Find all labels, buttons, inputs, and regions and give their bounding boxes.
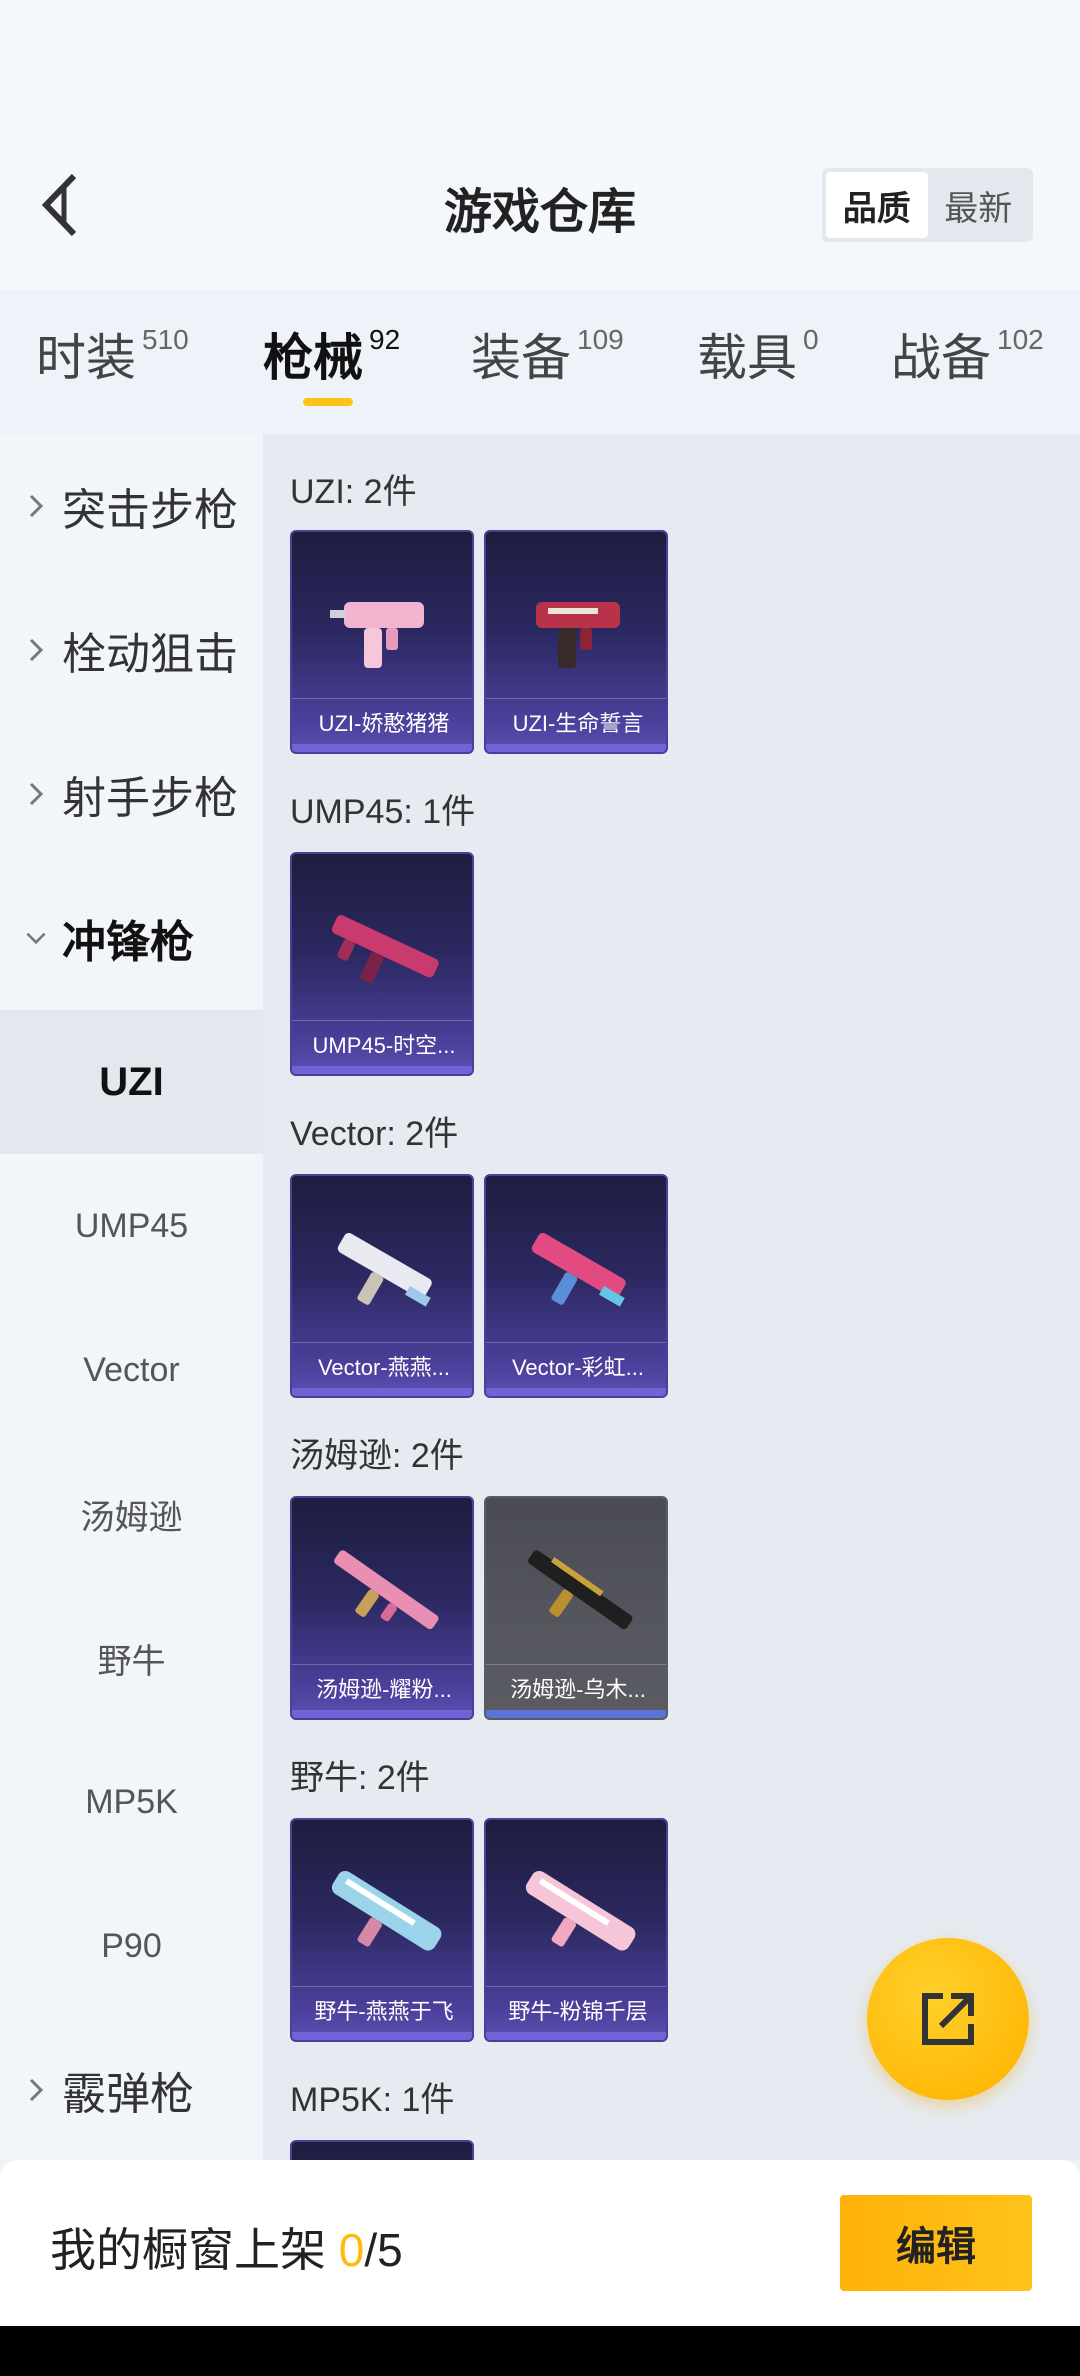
tab-count: 102 [997, 324, 1044, 355]
weapon-card[interactable]: 汤姆逊-耀粉... [290, 1496, 474, 1720]
group-title-mp5k: MP5K: 1件 [290, 2081, 455, 2119]
weapon-card[interactable]: 野牛-粉锦千层 [484, 1818, 668, 2042]
smg-magenta-icon [292, 874, 472, 1024]
edit-button[interactable]: 编辑 [840, 2195, 1032, 2291]
showcase-status: 我的橱窗上架 0/5 [50, 2214, 403, 2280]
tab-count: 109 [577, 324, 624, 355]
smg-white-icon [292, 1196, 472, 1346]
weapon-card[interactable]: UMP45-时空... [290, 852, 474, 1076]
smg-pink-white-icon [486, 1840, 666, 1990]
weapon-card[interactable]: Vector-彩虹... [484, 1174, 668, 1398]
sidebar-category-label: 霰弹枪 [62, 2070, 194, 2119]
sidebar-category-label: 栓动狙击 [62, 630, 238, 679]
weapon-card[interactable]: UZI-生命誓言 [484, 530, 668, 754]
category-tabs: 时装 510 枪械 92 装备 109 载具 0 战备 102 [0, 318, 1080, 418]
tab-vehicles[interactable]: 载具 0 [697, 318, 819, 408]
group-title-vector: Vector: 2件 [290, 1115, 459, 1153]
weapon-card[interactable] [290, 2140, 474, 2160]
weapon-card[interactable]: Vector-燕燕... [290, 1174, 474, 1398]
tab-count: 510 [142, 324, 189, 355]
tab-supplies[interactable]: 战备 102 [891, 318, 1044, 408]
showcase-label: 我的橱窗上架 [50, 2224, 339, 2276]
smg-rainbow-icon [486, 1196, 666, 1346]
tab-equipment[interactable]: 装备 109 [471, 318, 624, 408]
sidebar-category-label: 射手步枪 [62, 774, 238, 823]
rarity-bar [292, 1710, 472, 1718]
sort-by-newest-button[interactable]: 最新 [928, 172, 1030, 238]
weapon-card-name: UZI-娇憨猪猪 [292, 698, 472, 744]
rarity-bar [292, 1066, 472, 1074]
weapon-card[interactable]: 汤姆逊-乌木... [484, 1496, 668, 1720]
smg-ebony-icon [486, 1518, 666, 1668]
weapon-skin-list: UZI: 2件 UZI-娇憨猪猪 UZI-生命誓言 UMP45: 1件 UMP4… [263, 434, 1080, 2160]
tab-label: 枪械 [263, 330, 363, 386]
system-navigation-bar [0, 2326, 1080, 2376]
showcase-current-count: 0 [338, 2224, 365, 2276]
header: 游戏仓库 品质 最新 时装 510 枪械 92 装备 109 载具 0 战备 1… [0, 0, 1080, 406]
chevron-right-icon [24, 636, 48, 664]
rarity-bar [292, 1388, 472, 1396]
sidebar-category-bolt-sniper[interactable]: 栓动狙击 [0, 578, 263, 722]
group-title-thompson: 汤姆逊: 2件 [290, 1437, 464, 1475]
smg-blue-icon [292, 1840, 472, 1990]
tab-costumes[interactable]: 时装 510 [36, 318, 189, 408]
weapon-card[interactable]: 野牛-燕燕于飞 [290, 1818, 474, 2042]
tab-label: 时装 [36, 330, 136, 386]
sidebar-category-label: 冲锋枪 [62, 918, 194, 967]
rarity-bar [486, 2032, 666, 2040]
rarity-bar [486, 1710, 666, 1718]
sidebar-item-ump45[interactable]: UMP45 [0, 1154, 263, 1298]
weapon-card-name: Vector-燕燕... [292, 1342, 472, 1388]
weapon-card-name: Vector-彩虹... [486, 1342, 666, 1388]
sidebar-item-bizon[interactable]: 野牛 [0, 1586, 263, 1730]
sidebar-category-assault-rifle[interactable]: 突击步枪 [0, 434, 263, 578]
group-title-uzi: UZI: 2件 [290, 473, 417, 511]
tab-label: 装备 [471, 330, 571, 386]
sidebar-category-marksman-rifle[interactable]: 射手步枪 [0, 722, 263, 866]
weapon-card-name: 野牛-燕燕于飞 [292, 1986, 472, 2032]
external-link-icon [922, 1993, 974, 2045]
sidebar-item-uzi[interactable]: UZI [0, 1010, 263, 1154]
rarity-bar [486, 1388, 666, 1396]
weapon-card-name: 野牛-粉锦千层 [486, 1986, 666, 2032]
weapon-card-name: UZI-生命誓言 [486, 698, 666, 744]
weapon-category-sidebar: 突击步枪 栓动狙击 射手步枪 冲锋枪 UZI UMP45 Vector 汤姆逊 … [0, 434, 263, 2160]
group-title-bizon: 野牛: 2件 [290, 1759, 430, 1797]
smg-pink-icon [292, 552, 472, 702]
tab-count: 92 [369, 324, 401, 355]
chevron-right-icon [24, 780, 48, 808]
smg-red-icon [486, 552, 666, 702]
chevron-down-icon [24, 930, 48, 946]
tab-label: 战备 [891, 330, 991, 386]
tab-count: 0 [803, 324, 819, 355]
share-fab-button[interactable] [867, 1938, 1029, 2100]
chevron-right-icon [24, 492, 48, 520]
weapon-card-name: 汤姆逊-乌木... [486, 1664, 666, 1710]
tab-weapons[interactable]: 枪械 92 [263, 318, 400, 408]
sidebar-item-p90[interactable]: P90 [0, 1874, 263, 2018]
rarity-bar [486, 744, 666, 752]
weapon-card[interactable]: UZI-娇憨猪猪 [290, 530, 474, 754]
active-tab-indicator [303, 398, 353, 406]
smg-pink-gold-icon [292, 1518, 472, 1668]
sort-toggle: 品质 最新 [822, 168, 1033, 242]
rarity-bar [292, 2032, 472, 2040]
weapon-card-name: 汤姆逊-耀粉... [292, 1664, 472, 1710]
sidebar-item-thompson[interactable]: 汤姆逊 [0, 1442, 263, 1586]
rarity-bar [292, 744, 472, 752]
showcase-bar: 我的橱窗上架 0/5 编辑 [0, 2160, 1080, 2326]
sidebar-item-vector[interactable]: Vector [0, 1298, 263, 1442]
sidebar-category-smg[interactable]: 冲锋枪 [0, 866, 263, 1010]
tab-label: 载具 [697, 330, 797, 386]
sort-by-quality-button[interactable]: 品质 [826, 172, 928, 238]
sidebar-item-mp5k[interactable]: MP5K [0, 1730, 263, 1874]
sidebar-category-label: 突击步枪 [62, 486, 238, 535]
group-title-ump45: UMP45: 1件 [290, 793, 476, 831]
chevron-right-icon [24, 2076, 48, 2104]
sidebar-category-shotgun[interactable]: 霰弹枪 [0, 2018, 263, 2160]
weapon-card-name: UMP45-时空... [292, 1020, 472, 1066]
showcase-total-count: /5 [364, 2224, 403, 2276]
